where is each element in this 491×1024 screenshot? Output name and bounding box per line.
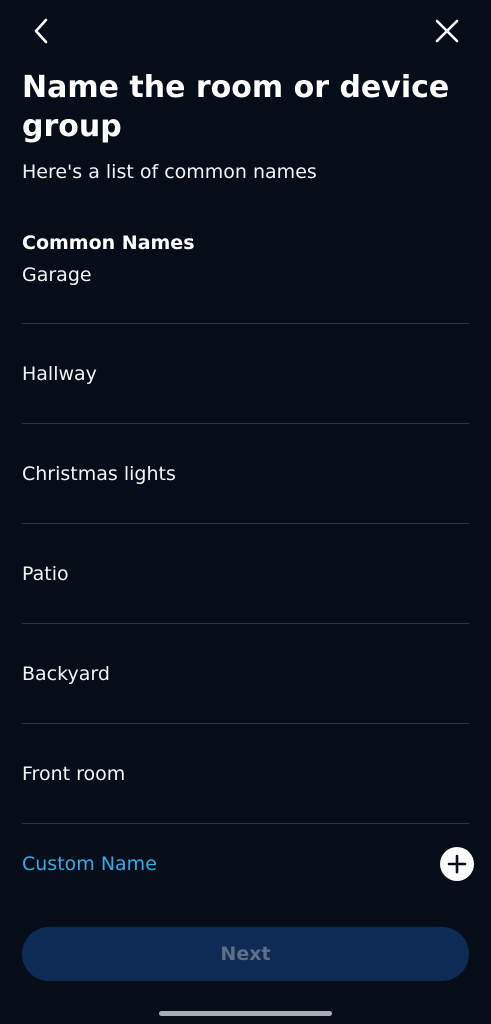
common-names-list: Garage Hallway Christmas lights Patio Ba… bbox=[22, 256, 469, 824]
plus-circle-icon[interactable] bbox=[440, 847, 474, 881]
chevron-left-icon bbox=[34, 18, 48, 44]
list-item-hallway[interactable]: Hallway bbox=[22, 324, 469, 424]
home-indicator[interactable] bbox=[159, 1011, 332, 1016]
list-item-label: Garage bbox=[22, 264, 92, 286]
list-item-front-room[interactable]: Front room bbox=[22, 724, 469, 824]
section-header-common-names: Common Names bbox=[22, 232, 195, 254]
list-item-label: Backyard bbox=[22, 662, 110, 685]
list-item-label: Front room bbox=[22, 762, 126, 785]
back-button[interactable] bbox=[22, 11, 62, 51]
list-item-garage[interactable]: Garage bbox=[22, 256, 469, 324]
list-item-christmas-lights[interactable]: Christmas lights bbox=[22, 424, 469, 524]
list-item-label: Patio bbox=[22, 562, 69, 585]
list-item-label: Hallway bbox=[22, 362, 97, 385]
page-title: Name the room or device group bbox=[22, 70, 450, 144]
close-button[interactable] bbox=[427, 11, 467, 51]
list-item-label: Christmas lights bbox=[22, 462, 176, 485]
close-icon bbox=[435, 19, 459, 43]
list-item-patio[interactable]: Patio bbox=[22, 524, 469, 624]
page-subtitle: Here's a list of common names bbox=[22, 161, 317, 183]
list-item-backyard[interactable]: Backyard bbox=[22, 624, 469, 724]
custom-name-label: Custom Name bbox=[22, 853, 157, 875]
top-bar bbox=[0, 0, 491, 64]
next-button[interactable]: Next bbox=[22, 927, 469, 981]
plus-icon bbox=[447, 854, 467, 874]
custom-name-row[interactable]: Custom Name bbox=[22, 838, 474, 890]
